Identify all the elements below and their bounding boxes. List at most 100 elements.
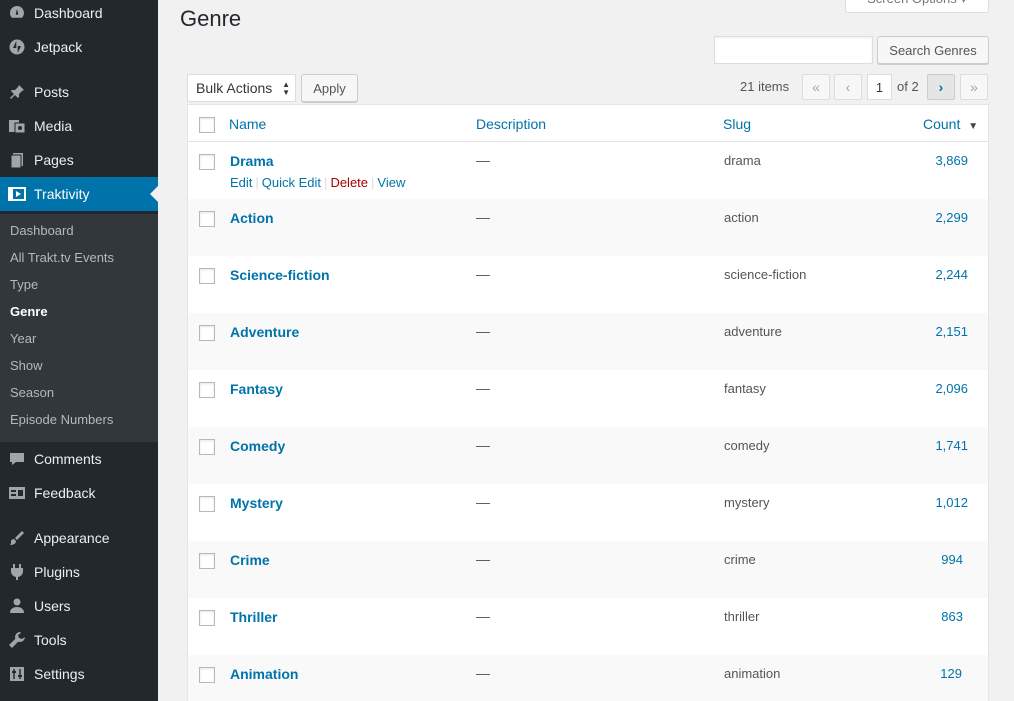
column-description-header[interactable]: Description [476, 116, 546, 132]
search-genres-button[interactable]: Search Genres [877, 36, 989, 64]
term-count-link[interactable]: 2,096 [935, 381, 968, 396]
column-count-header[interactable]: Count ▼ [923, 116, 978, 132]
row-checkbox[interactable] [199, 667, 215, 683]
submenu-episode-numbers[interactable]: Episode Numbers [10, 412, 113, 427]
term-description: — [476, 380, 490, 396]
quick-edit-link[interactable]: Quick Edit [262, 175, 321, 190]
term-count-link[interactable]: 2,299 [935, 210, 968, 225]
menu-dashboard[interactable]: Dashboard [0, 0, 158, 30]
term-name-link[interactable]: Mystery [230, 495, 283, 511]
delete-link[interactable]: Delete [330, 175, 368, 190]
search-input[interactable] [714, 36, 873, 64]
menu-tools[interactable]: Tools [0, 623, 158, 657]
term-count-link[interactable]: 1,012 [935, 495, 968, 510]
row-checkbox[interactable] [199, 325, 215, 341]
term-description: — [476, 209, 490, 225]
submenu-year[interactable]: Year [10, 331, 36, 346]
table-row: Crime — crime 994 [188, 541, 988, 598]
menu-appearance[interactable]: Appearance [0, 521, 158, 555]
table-row: Science-fiction — science-fiction 2,244 [188, 256, 988, 313]
row-checkbox[interactable] [199, 154, 215, 170]
term-name-link[interactable]: Comedy [230, 438, 285, 454]
menu-settings[interactable]: Settings [0, 657, 158, 691]
apply-button[interactable]: Apply [301, 74, 358, 102]
term-count-link[interactable]: 994 [941, 552, 963, 567]
bulk-actions-select[interactable]: Bulk Actions ▲ ▼ [187, 74, 296, 102]
term-count-link[interactable]: 2,151 [935, 324, 968, 339]
term-description: — [476, 665, 490, 681]
total-pages: of 2 [897, 79, 919, 94]
term-name-link[interactable]: Crime [230, 552, 270, 568]
term-count-link[interactable]: 863 [941, 609, 963, 624]
term-name-link[interactable]: Drama [230, 153, 274, 169]
screen-options-button[interactable]: Screen Options ▾ [845, 0, 989, 13]
pages-icon [0, 151, 34, 169]
pin-icon [0, 83, 34, 101]
column-slug-header[interactable]: Slug [723, 116, 751, 132]
menu-label: Comments [34, 451, 102, 467]
term-name-link[interactable]: Adventure [230, 324, 299, 340]
term-slug: thriller [724, 609, 760, 624]
menu-label: Plugins [34, 564, 80, 580]
menu-plugins[interactable]: Plugins [0, 555, 158, 589]
term-description: — [476, 551, 490, 567]
last-page-button[interactable]: » [960, 74, 988, 100]
term-slug: animation [724, 666, 781, 681]
menu-posts[interactable]: Posts [0, 75, 158, 109]
menu-media[interactable]: Media [0, 109, 158, 143]
row-actions: Edit | Quick Edit | Delete | View [230, 175, 406, 190]
previous-page-button[interactable]: ‹ [834, 74, 862, 100]
submenu-season[interactable]: Season [10, 385, 54, 400]
term-name-link[interactable]: Animation [230, 666, 298, 682]
row-checkbox[interactable] [199, 496, 215, 512]
term-description: — [476, 437, 490, 453]
row-checkbox[interactable] [199, 439, 215, 455]
term-name-link[interactable]: Fantasy [230, 381, 283, 397]
select-arrows-icon: ▲ ▼ [282, 80, 290, 97]
menu-comments[interactable]: Comments [0, 442, 158, 476]
column-count-label: Count [923, 116, 961, 132]
term-count-link[interactable]: 3,869 [935, 153, 968, 168]
row-checkbox[interactable] [199, 382, 215, 398]
view-link[interactable]: View [377, 175, 405, 190]
comment-icon [0, 450, 34, 468]
term-name-link[interactable]: Science-fiction [230, 267, 330, 283]
settings-icon [0, 665, 34, 683]
term-count-link[interactable]: 129 [940, 666, 962, 681]
menu-pages[interactable]: Pages [0, 143, 158, 177]
column-name-header[interactable]: Name [229, 116, 266, 132]
current-page-input[interactable]: 1 [867, 74, 892, 100]
submenu-all-events[interactable]: All Trakt.tv Events [10, 250, 114, 265]
select-all-checkbox[interactable] [199, 117, 215, 133]
table-row: Comedy — comedy 1,741 [188, 427, 988, 484]
traktivity-submenu [0, 214, 158, 442]
term-count-link[interactable]: 1,741 [935, 438, 968, 453]
term-name-link[interactable]: Thriller [230, 609, 277, 625]
menu-users[interactable]: Users [0, 589, 158, 623]
sort-desc-icon: ▼ [968, 121, 979, 132]
row-checkbox[interactable] [199, 610, 215, 626]
genre-table: Name Description Slug Count ▼ Drama Edit… [187, 104, 989, 701]
menu-jetpack[interactable]: Jetpack [0, 30, 158, 64]
menu-feedback[interactable]: Feedback [0, 476, 158, 510]
media-icon [0, 117, 34, 135]
wrench-icon [0, 631, 34, 649]
row-checkbox[interactable] [199, 268, 215, 284]
row-checkbox[interactable] [199, 211, 215, 227]
first-page-button[interactable]: « [802, 74, 830, 100]
row-checkbox[interactable] [199, 553, 215, 569]
term-slug: drama [724, 153, 761, 168]
menu-traktivity[interactable]: Traktivity [0, 177, 158, 211]
term-count-link[interactable]: 2,244 [935, 267, 968, 282]
term-description: — [476, 266, 490, 282]
term-name-link[interactable]: Action [230, 210, 274, 226]
submenu-type[interactable]: Type [10, 277, 38, 292]
submenu-genre[interactable]: Genre [10, 304, 48, 319]
submenu-dashboard[interactable]: Dashboard [10, 223, 74, 238]
submenu-show[interactable]: Show [10, 358, 43, 373]
edit-link[interactable]: Edit [230, 175, 252, 190]
next-page-button[interactable]: › [927, 74, 955, 100]
term-description: — [476, 494, 490, 510]
term-description: — [476, 323, 490, 339]
menu-label: Posts [34, 84, 70, 100]
